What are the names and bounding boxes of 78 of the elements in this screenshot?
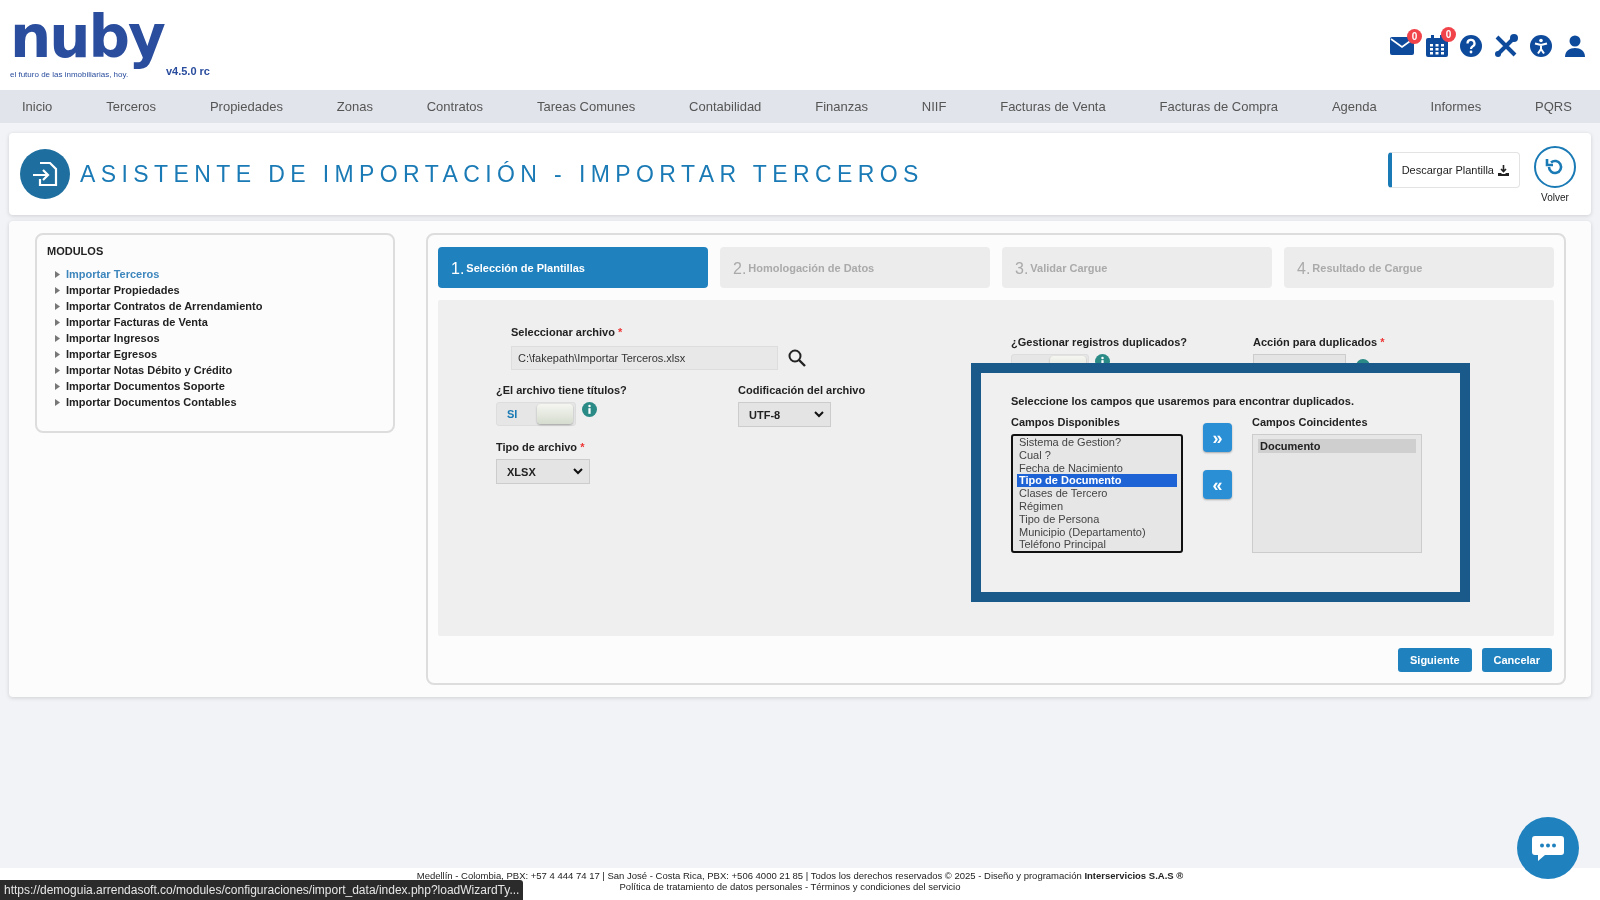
field-label: Seleccionar archivo * bbox=[511, 326, 624, 338]
list-option[interactable]: Sistema de Gestion? bbox=[1017, 436, 1177, 449]
logo: nuby bbox=[10, 4, 164, 70]
tools-icon[interactable] bbox=[1494, 34, 1518, 58]
module-link[interactable]: Importar Terceros bbox=[55, 266, 383, 282]
file-path-field[interactable]: C:\fakepath\Importar Terceros.xlsx bbox=[511, 346, 778, 370]
module-link[interactable]: Importar Egresos bbox=[55, 346, 383, 362]
nav-item[interactable]: Zonas bbox=[336, 99, 373, 114]
nav-item[interactable]: Informes bbox=[1430, 99, 1482, 114]
import-icon bbox=[20, 149, 70, 199]
module-link[interactable]: Importar Facturas de Venta bbox=[55, 314, 383, 330]
field-label: Codificación del archivo bbox=[738, 384, 867, 396]
nav-item[interactable]: Tareas Comunes bbox=[536, 99, 636, 114]
caret-icon bbox=[814, 411, 824, 418]
module-link[interactable]: Importar Documentos Contables bbox=[55, 394, 383, 410]
footer-text: Medellín - Colombia, PBX: +57 4 444 74 17 | San José - Costa Rica, PBX: +506 4000 21 85 | Todos los derechos reservados © 2025 - Diseño y programación Interservicios S.A.S ® bbox=[416, 870, 1184, 881]
calendar-icon[interactable] bbox=[1426, 35, 1448, 57]
list-option[interactable]: Clases de Tercero bbox=[1017, 487, 1177, 500]
nav-item[interactable]: Finanzas bbox=[815, 99, 868, 114]
download-icon bbox=[1498, 164, 1509, 176]
logo-tagline: el futuro de las inmobiliarias, hoy. bbox=[10, 70, 130, 79]
list-option[interactable]: Tipo de Documento bbox=[1017, 474, 1177, 488]
encoding-select[interactable]: UTF-8 bbox=[738, 402, 831, 427]
notification-badge: 0 bbox=[1407, 29, 1422, 44]
add-field-button[interactable]: » bbox=[1203, 423, 1232, 452]
list-title: Campos Disponibles bbox=[1011, 416, 1121, 428]
notification-badge: 0 bbox=[1441, 27, 1456, 42]
module-link[interactable]: Importar Notas Débito y Crédito bbox=[55, 362, 383, 378]
module-link[interactable]: Importar Contratos de Arrendamiento bbox=[55, 298, 383, 314]
list-option[interactable]: Fecha de Nacimiento bbox=[1017, 461, 1177, 475]
version-label: v4.5.0 rc bbox=[165, 65, 210, 77]
list-option[interactable]: Régimen bbox=[1017, 500, 1177, 513]
nav-item[interactable]: PQRS bbox=[1535, 99, 1572, 114]
module-link[interactable]: Importar Propiedades bbox=[55, 282, 383, 298]
nav-item[interactable]: Inicio bbox=[22, 99, 53, 114]
list-title: Campos Coincidentes bbox=[1252, 416, 1369, 428]
file-type-select[interactable]: XLSX bbox=[496, 459, 590, 484]
dialog-instruction: Seleccione los campos que usaremos para encontrar duplicados. bbox=[1011, 395, 1355, 407]
nav-item[interactable]: Propiedades bbox=[209, 99, 283, 114]
nav-item[interactable]: Terceros bbox=[106, 99, 157, 114]
list-option[interactable]: Cual ? bbox=[1017, 448, 1177, 462]
list-option[interactable]: Municipio (Departamento) bbox=[1017, 525, 1177, 539]
chat-icon bbox=[1531, 834, 1565, 862]
cancel-button[interactable]: Cancelar bbox=[1481, 648, 1552, 672]
module-link[interactable]: Importar Ingresos bbox=[55, 330, 383, 346]
caret-icon bbox=[573, 468, 583, 475]
info-icon[interactable] bbox=[582, 402, 597, 417]
nav-item[interactable]: Facturas de Compra bbox=[1159, 99, 1279, 114]
status-bar-url: https://demoguia.arrendasoft.co/modules/configuraciones/import_data/index.php?loadWizardTy... bbox=[0, 880, 524, 900]
nav-item[interactable]: Contabilidad bbox=[689, 99, 762, 114]
field-label: ¿El archivo tiene títulos? bbox=[496, 384, 628, 396]
nav-item[interactable]: Agenda bbox=[1331, 99, 1377, 114]
help-icon[interactable] bbox=[1460, 35, 1482, 57]
list-option[interactable]: Teléfono Principal bbox=[1017, 538, 1177, 551]
list-option[interactable]: Tipo de Persona bbox=[1017, 512, 1177, 526]
list-option[interactable]: Documento bbox=[1258, 439, 1416, 453]
remove-field-button[interactable]: « bbox=[1203, 470, 1232, 499]
next-button[interactable]: Siguiente bbox=[1398, 648, 1472, 672]
field-label: ¿Gestionar registros duplicados? bbox=[1011, 336, 1189, 348]
panel-title: MODULOS bbox=[47, 245, 105, 257]
field-label: Acción para duplicados * bbox=[1253, 336, 1385, 348]
nav-item[interactable]: Contratos bbox=[426, 99, 484, 114]
module-link[interactable]: Importar Documentos Soporte bbox=[55, 378, 383, 394]
back-label: Volver bbox=[1541, 191, 1569, 203]
page-title: ASISTENTE DE IMPORTACIÓN - IMPORTAR TERCEROS bbox=[80, 160, 925, 188]
download-template-button[interactable]: Descargar Plantilla bbox=[1387, 152, 1520, 188]
accessibility-icon[interactable] bbox=[1530, 35, 1552, 57]
search-icon[interactable] bbox=[788, 349, 806, 367]
back-button[interactable] bbox=[1534, 145, 1576, 188]
mail-icon[interactable] bbox=[1390, 37, 1414, 55]
user-icon[interactable] bbox=[1564, 35, 1586, 57]
nav-item[interactable]: Facturas de Venta bbox=[1000, 99, 1106, 114]
footer-links: Política de tratamiento de datos personales - Términos y condiciones del servicio bbox=[619, 881, 961, 892]
available-fields-list[interactable]: Sistema de Gestion? Cual ? Fecha de Nacimiento Tipo de Documento Clases de Tercero Régimen Tipo de Persona Municipio (Departamento) Teléfono Principal bbox=[1011, 434, 1183, 553]
nav-item[interactable]: NIIF bbox=[921, 99, 947, 114]
toggle-switch[interactable]: SI bbox=[496, 402, 576, 426]
field-label: Tipo de archivo * bbox=[496, 441, 586, 453]
matching-fields-list[interactable]: Documento bbox=[1252, 434, 1422, 553]
